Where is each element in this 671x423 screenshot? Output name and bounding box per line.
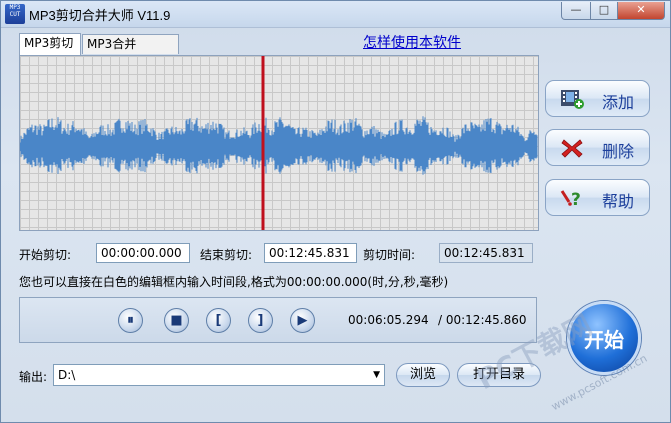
help-button[interactable]: ? 帮助	[545, 179, 650, 216]
browse-button[interactable]: 浏览	[396, 363, 450, 387]
play-icon: ▶	[297, 313, 308, 328]
tab-mp3-cut[interactable]: MP3剪切	[19, 33, 81, 55]
play-button[interactable]: ▶	[290, 308, 315, 333]
delete-button[interactable]: 删除	[545, 129, 650, 166]
title-bar[interactable]: MP3 CUT MP3剪切合并大师 V11.9 — □ ✕	[1, 1, 670, 28]
waveform-trace	[20, 116, 538, 175]
cut-duration-label: 剪切时间:	[363, 248, 416, 262]
waveform	[20, 56, 538, 230]
end-cut-label: 结束剪切:	[200, 248, 253, 262]
add-button[interactable]: 添加	[545, 80, 650, 117]
close-button[interactable]: ✕	[617, 2, 665, 20]
output-label: 输出:	[19, 370, 48, 384]
output-path-select[interactable]: D:\ ▼	[53, 364, 385, 386]
mark-in-button[interactable]: [	[206, 308, 231, 333]
how-to-use-link[interactable]: 怎样使用本软件	[363, 32, 461, 52]
help-button-label: 帮助	[602, 192, 635, 211]
film-add-icon	[561, 90, 584, 109]
window-title: MP3剪切合并大师 V11.9	[29, 8, 171, 23]
total-time: / 00:12:45.860	[438, 313, 527, 327]
end-cut-field[interactable]: 00:12:45.831	[264, 243, 357, 263]
stop-button[interactable]: ■	[164, 308, 189, 333]
cut-duration-field: 00:12:45.831	[439, 243, 533, 263]
player-panel: ⏸ ■ [ ] ▶ 00:06:05.294 / 00:12:45.860	[19, 297, 537, 343]
svg-text:?: ?	[571, 190, 581, 209]
maximize-button[interactable]: □	[590, 2, 618, 20]
pause-button[interactable]: ⏸	[118, 308, 143, 333]
waveform-panel[interactable]	[19, 55, 539, 231]
tab-mp3-merge[interactable]: MP3合并	[82, 34, 179, 54]
app-window: MP3 CUT MP3剪切合并大师 V11.9 — □ ✕ MP3剪切 MP3合…	[0, 0, 671, 423]
minimize-button[interactable]: —	[561, 2, 591, 20]
delete-button-label: 删除	[602, 142, 635, 161]
chevron-down-icon: ▼	[373, 370, 380, 380]
output-path-value: D:\	[58, 368, 76, 382]
current-time: 00:06:05.294	[348, 313, 429, 327]
pause-icon: ⏸	[127, 313, 134, 328]
add-button-label: 添加	[602, 93, 635, 112]
red-x-icon	[561, 139, 583, 158]
start-cut-field[interactable]: 00:00:00.000	[96, 243, 190, 263]
stop-icon: ■	[170, 313, 183, 328]
start-cut-label: 开始剪切:	[19, 248, 72, 262]
mark-out-button[interactable]: ]	[248, 308, 273, 333]
question-icon: ?	[560, 190, 581, 209]
bracket-open-icon: [	[215, 313, 222, 328]
format-hint: 您也可以直接在白色的编辑框内输入时间段,格式为00:00:00.000(时,分,…	[19, 275, 449, 289]
bracket-close-icon: ]	[257, 313, 264, 328]
app-logo-icon: MP3 CUT	[5, 4, 25, 24]
